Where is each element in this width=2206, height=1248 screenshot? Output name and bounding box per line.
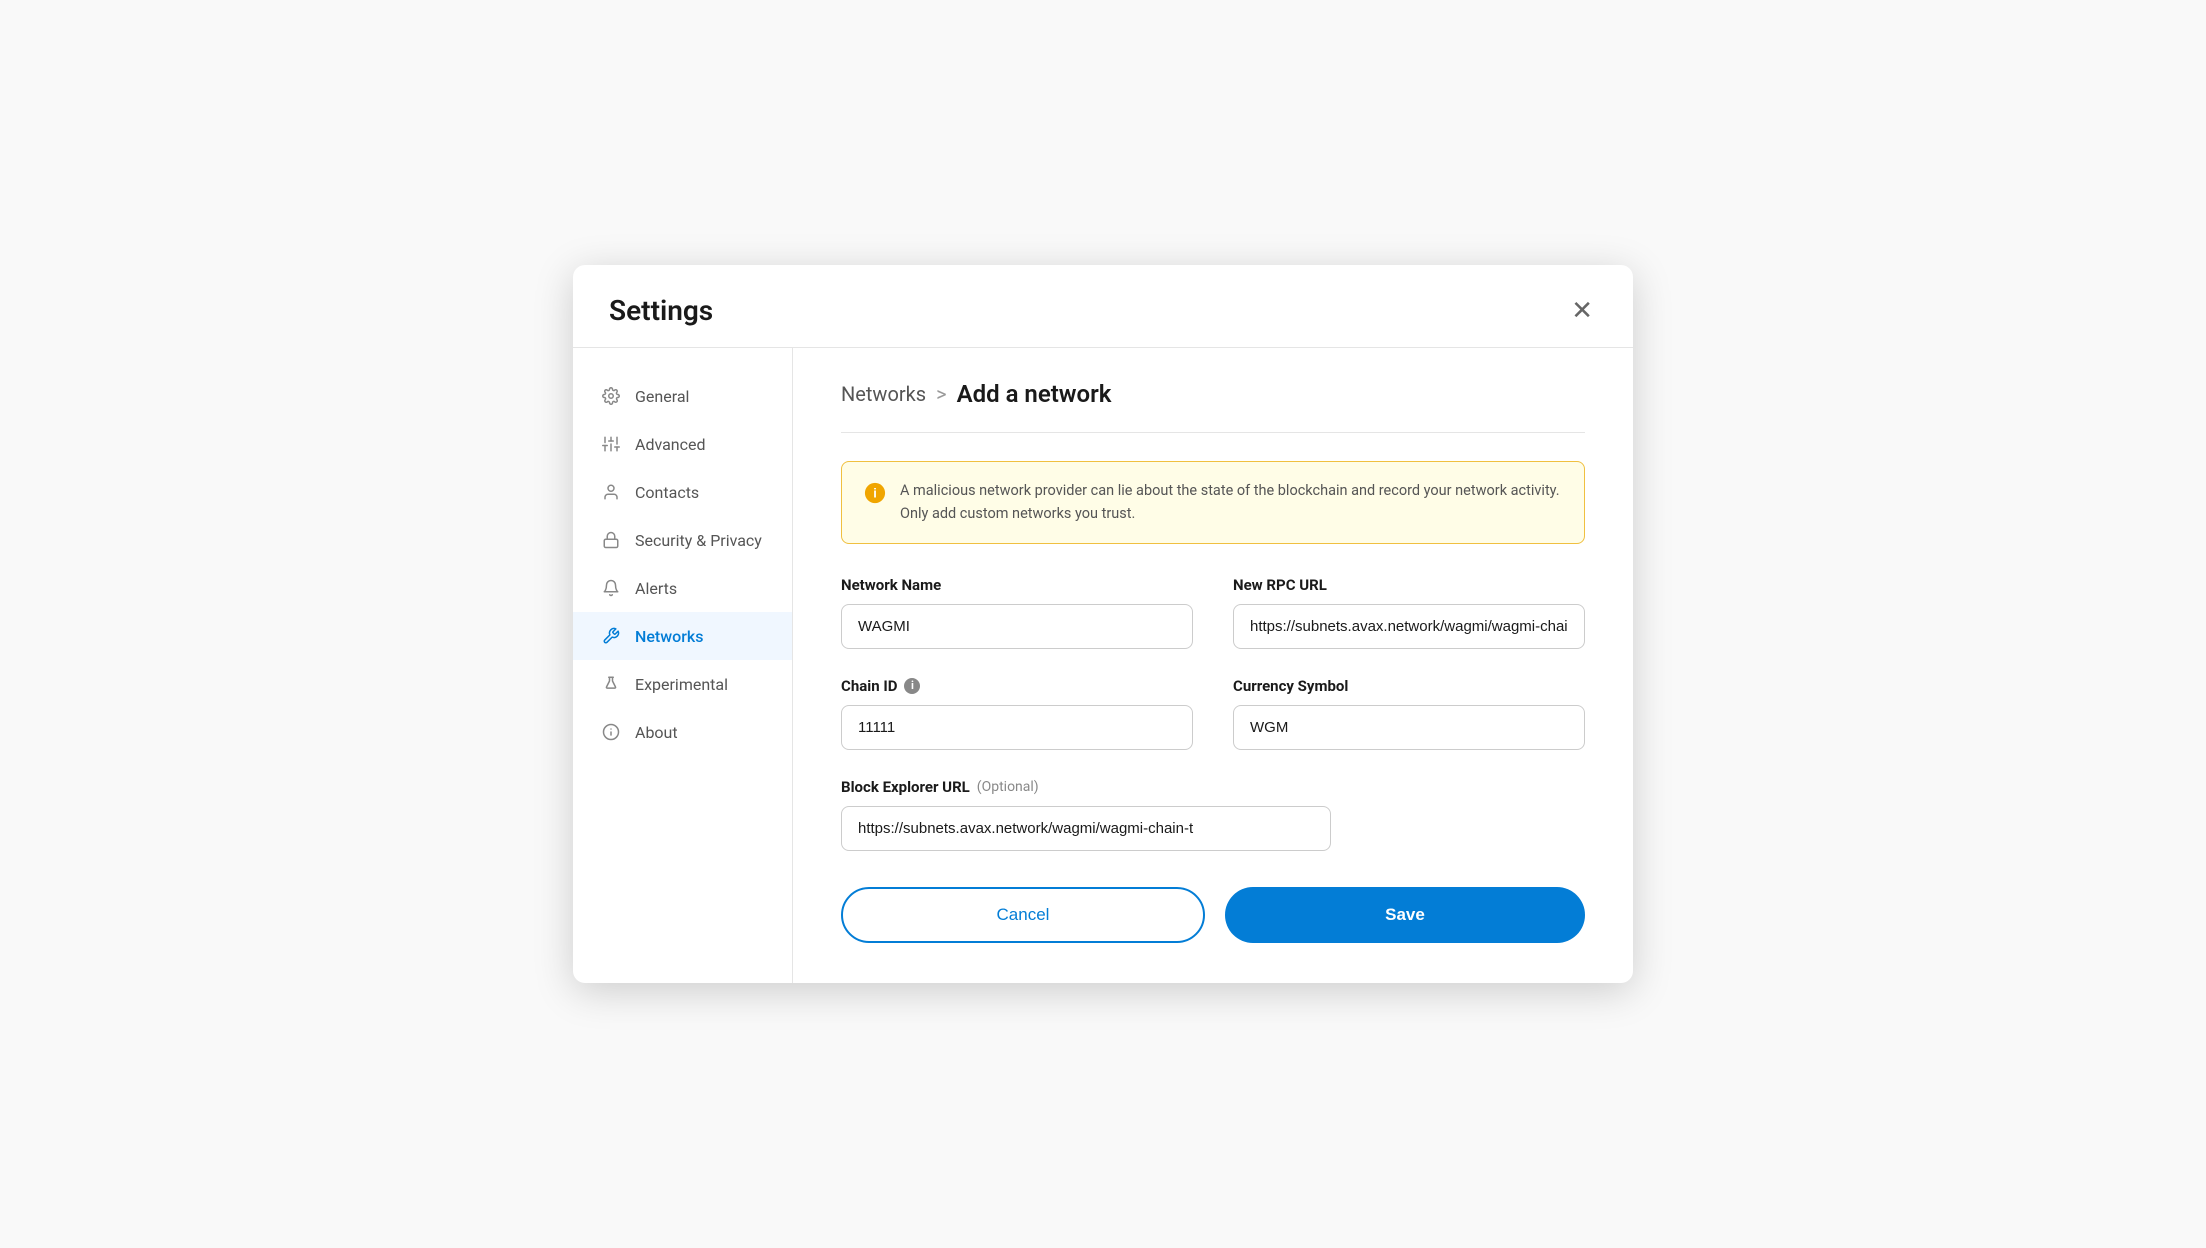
warning-text: A malicious network provider can lie abo… [900,480,1562,525]
breadcrumb-current: Add a network [957,380,1112,408]
modal-body: General Advanced Contacts [573,348,1633,983]
sidebar-label-experimental: Experimental [635,675,728,694]
gear-icon [601,386,621,406]
sidebar-label-alerts: Alerts [635,579,677,598]
network-name-input[interactable] [841,604,1193,649]
lock-icon [601,530,621,550]
close-button[interactable]: ✕ [1567,293,1597,327]
rpc-url-label: New RPC URL [1233,576,1585,594]
sidebar-label-general: General [635,387,689,406]
network-name-label: Network Name [841,576,1193,594]
warning-icon: i [864,482,886,504]
modal-title: Settings [609,294,713,327]
chain-id-input[interactable] [841,705,1193,750]
save-button[interactable]: Save [1225,887,1585,943]
sidebar-item-general[interactable]: General [573,372,792,420]
modal-header: Settings ✕ [573,265,1633,348]
sidebar-label-contacts: Contacts [635,483,699,502]
currency-symbol-input[interactable] [1233,705,1585,750]
flask-icon [601,674,621,694]
rpc-url-input[interactable] [1233,604,1585,649]
wrench-icon [601,626,621,646]
currency-symbol-label: Currency Symbol [1233,677,1585,695]
sidebar-label-networks: Networks [635,627,703,646]
block-explorer-group: Block Explorer URL (Optional) [841,778,1585,851]
chain-id-label: Chain ID i [841,677,1193,695]
bell-icon [601,578,621,598]
sidebar-label-advanced: Advanced [635,435,706,454]
form-grid: Network Name New RPC URL Chain ID i [841,576,1585,851]
person-icon [601,482,621,502]
main-content: Networks > Add a network i A malicious n… [793,348,1633,983]
block-explorer-optional: (Optional) [977,779,1039,795]
breadcrumb-separator: > [936,382,946,406]
sliders-icon [601,434,621,454]
cancel-button[interactable]: Cancel [841,887,1205,943]
chain-id-group: Chain ID i [841,677,1193,750]
sidebar-item-security[interactable]: Security & Privacy [573,516,792,564]
rpc-url-group: New RPC URL [1233,576,1585,649]
sidebar-label-security: Security & Privacy [635,531,762,550]
sidebar-item-about[interactable]: About [573,708,792,756]
button-row: Cancel Save [841,887,1585,943]
sidebar: General Advanced Contacts [573,348,793,983]
block-explorer-input[interactable] [841,806,1331,851]
sidebar-item-experimental[interactable]: Experimental [573,660,792,708]
breadcrumb: Networks > Add a network [841,380,1585,408]
svg-text:i: i [873,486,877,501]
sidebar-item-alerts[interactable]: Alerts [573,564,792,612]
settings-modal: Settings ✕ General [573,265,1633,983]
sidebar-item-advanced[interactable]: Advanced [573,420,792,468]
warning-box: i A malicious network provider can lie a… [841,461,1585,544]
block-explorer-label: Block Explorer URL (Optional) [841,778,1585,796]
info-icon [601,722,621,742]
divider [841,432,1585,433]
sidebar-item-contacts[interactable]: Contacts [573,468,792,516]
network-name-group: Network Name [841,576,1193,649]
currency-symbol-group: Currency Symbol [1233,677,1585,750]
sidebar-label-about: About [635,723,678,742]
close-icon: ✕ [1571,297,1593,323]
sidebar-item-networks[interactable]: Networks [573,612,792,660]
breadcrumb-parent[interactable]: Networks [841,382,926,406]
chain-id-info-icon[interactable]: i [904,678,920,694]
